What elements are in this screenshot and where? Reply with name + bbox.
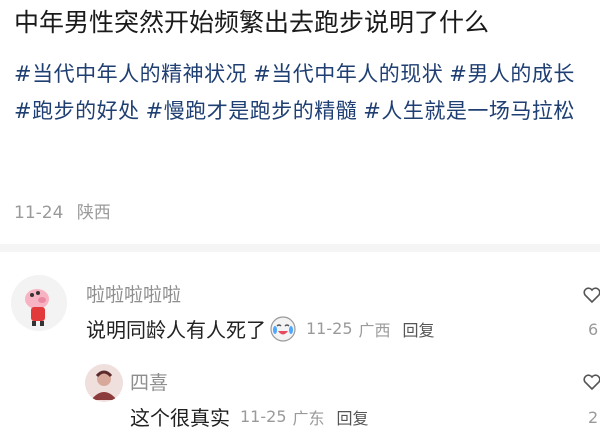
- section-divider: [0, 244, 600, 252]
- tag-link[interactable]: #慢跑才是跑步的精髓: [146, 99, 358, 123]
- tag-link[interactable]: #男人的成长: [449, 62, 575, 86]
- comment-location: 广东: [292, 408, 325, 428]
- tag-link[interactable]: #跑步的好处: [14, 99, 140, 123]
- comment-username[interactable]: 啦啦啦啦啦: [86, 280, 181, 307]
- reply-button[interactable]: 回复: [403, 317, 435, 341]
- post-tags: #当代中年人的精神状况 #当代中年人的现状 #男人的成长 #跑步的好处 #慢跑才是跑步的…: [14, 56, 586, 130]
- crying-laughing-emoji: [270, 315, 296, 342]
- comment-row: 这个很真实 11-25 广东 回复: [130, 402, 369, 431]
- pig-avatar-icon[interactable]: [11, 275, 67, 331]
- tag-link[interactable]: #当代中年人的精神状况: [14, 62, 247, 86]
- portrait-avatar-icon[interactable]: [85, 364, 123, 402]
- reply-button[interactable]: 回复: [337, 405, 369, 429]
- heart-like-icon[interactable]: [582, 285, 600, 305]
- comment-row: 说明同龄人有人死了 11-25 广西 回复: [86, 314, 435, 343]
- post-location: 陕西: [76, 203, 111, 223]
- comment-location: 广西: [358, 320, 391, 340]
- comment-username[interactable]: 四喜: [130, 368, 168, 395]
- heart-like-icon[interactable]: [582, 372, 600, 392]
- comment-text: 这个很真实: [130, 406, 230, 430]
- comment-text: 说明同龄人有人死了: [86, 318, 266, 342]
- comment-time: 11-25: [306, 319, 353, 338]
- tag-link[interactable]: #当代中年人的现状: [253, 62, 443, 86]
- like-count: 6: [588, 320, 599, 339]
- comment-time: 11-25: [240, 407, 287, 426]
- post-meta: 11-24 陕西: [14, 198, 119, 223]
- post-date: 11-24: [14, 203, 64, 223]
- tag-link[interactable]: #人生就是一场马拉松: [363, 99, 575, 123]
- post-title: 中年男性突然开始频繁出去跑步说明了什么: [14, 8, 490, 37]
- like-count: 2: [588, 408, 599, 427]
